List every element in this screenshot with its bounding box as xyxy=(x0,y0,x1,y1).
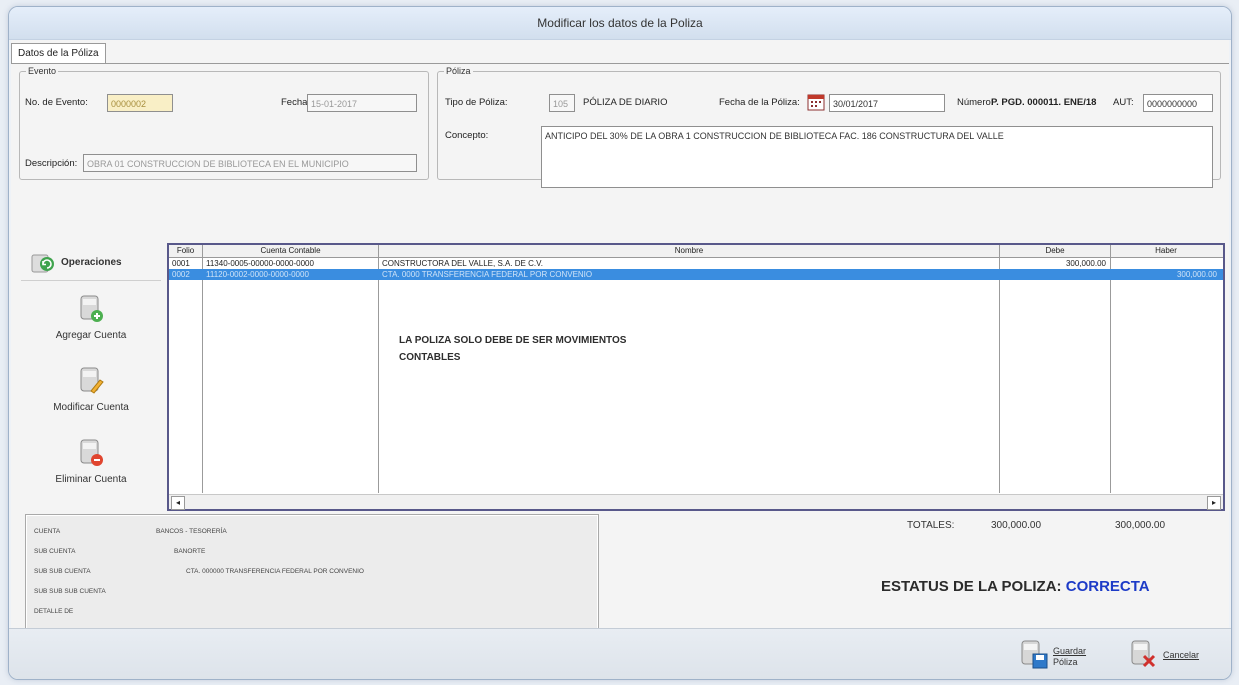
header-nombre[interactable]: Nombre xyxy=(379,246,999,255)
grid-header: Folio Cuenta Contable Nombre Debe Haber xyxy=(169,245,1223,258)
cancelar-button[interactable]: Cancelar xyxy=(1129,638,1209,674)
modificar-cuenta-label: Modificar Cuenta xyxy=(53,402,129,413)
modify-poliza-window: Modificar los datos de la Poliza Datos d… xyxy=(8,6,1232,680)
header-debe[interactable]: Debe xyxy=(1000,246,1110,255)
horizontal-scrollbar[interactable]: ◂ ▸ xyxy=(169,494,1223,510)
poliza-status: ESTATUS DE LA POLIZA: CORRECTA xyxy=(881,578,1150,595)
info-label: CUENTA xyxy=(34,528,61,535)
cell-nombre: CONSTRUCTORA DEL VALLE, S.A. DE C.V. xyxy=(382,259,543,268)
poliza-legend: Póliza xyxy=(446,66,471,76)
validation-message: LA POLIZA SOLO DEBE DE SER MOVIMIENTOS C… xyxy=(399,332,626,366)
numero-value: P. PGD. 000011. ENE/18 xyxy=(991,97,1097,108)
edit-account-icon xyxy=(80,367,104,394)
scroll-left-arrow-icon[interactable]: ◂ xyxy=(171,496,185,510)
header-cuenta[interactable]: Cuenta Contable xyxy=(203,246,378,255)
scroll-right-arrow-icon[interactable]: ▸ xyxy=(1207,496,1221,510)
grid-col-divider xyxy=(1110,245,1111,493)
refresh-icon xyxy=(31,252,55,277)
evento-desc-label: Descripción: xyxy=(25,158,78,169)
agregar-cuenta-label: Agregar Cuenta xyxy=(55,330,127,341)
operaciones-panel: Operaciones Agregar Cuenta Modificar Cue… xyxy=(21,244,161,509)
evento-fecha-field[interactable]: 15-01-2017 xyxy=(307,94,417,112)
guardar-label-line2: Póliza xyxy=(1053,657,1078,667)
cell-debe: 300,000.00 xyxy=(1065,259,1106,268)
modificar-cuenta-button[interactable]: Modificar Cuenta xyxy=(21,366,161,413)
info-label: SUB CUENTA xyxy=(34,548,76,555)
header-folio[interactable]: Folio xyxy=(169,246,202,255)
tab-page: Evento No. de Evento: 0000002 Fecha: 15-… xyxy=(11,63,1229,636)
table-row-selected[interactable]: 0002 11120-0002-0000-0000-0000 CTA. 0000… xyxy=(169,269,1223,280)
cell-folio: 0001 xyxy=(172,259,190,268)
fecha-poliza-label: Fecha de la Póliza: xyxy=(719,97,800,108)
agregar-cuenta-button[interactable]: Agregar Cuenta xyxy=(21,294,161,341)
eliminar-cuenta-button[interactable]: Eliminar Cuenta xyxy=(21,438,161,485)
operaciones-header: Operaciones xyxy=(21,244,161,281)
eliminar-cuenta-label: Eliminar Cuenta xyxy=(55,474,127,485)
total-haber: 300,000.00 xyxy=(1115,520,1166,531)
cell-nombre: CTA. 0000 TRANSFERENCIA FEDERAL POR CONV… xyxy=(382,270,593,279)
grid-col-divider xyxy=(202,245,203,493)
evento-legend: Evento xyxy=(28,66,57,76)
cell-folio: 0002 xyxy=(172,270,190,279)
tipo-poliza-label: Tipo de Póliza: xyxy=(445,97,508,108)
tab-datos-poliza[interactable]: Datos de la Póliza xyxy=(11,43,106,64)
aut-field[interactable]: 0000000000 xyxy=(1143,94,1213,112)
aut-label: AUT: xyxy=(1113,97,1134,108)
title-bar[interactable]: Modificar los datos de la Poliza xyxy=(9,7,1231,40)
info-value: CTA. 000000 TRANSFERENCIA FEDERAL POR CO… xyxy=(186,568,364,575)
total-debe: 300,000.00 xyxy=(991,520,1042,531)
cell-cuenta: 11120-0002-0000-0000-0000 xyxy=(206,270,309,279)
evento-num-field[interactable]: 0000002 xyxy=(107,94,173,112)
save-icon xyxy=(1021,640,1048,669)
header-haber[interactable]: Haber xyxy=(1111,246,1221,255)
cuenta-info-box: CUENTA BANCOS - TESORERÍA SUB CUENTA BAN… xyxy=(25,514,599,636)
grid-col-divider xyxy=(999,245,1000,493)
movimientos-grid[interactable]: Folio Cuenta Contable Nombre Debe Haber … xyxy=(167,243,1225,511)
status-value: CORRECTA xyxy=(1065,578,1150,595)
evento-fecha-label: Fecha: xyxy=(281,97,311,108)
table-row[interactable]: 0001 11340-0005-00000-0000-0000 CONSTRUC… xyxy=(169,258,1223,269)
info-label: SUB SUB SUB CUENTA xyxy=(34,588,106,595)
operaciones-title: Operaciones xyxy=(61,257,122,268)
cancel-icon xyxy=(1131,640,1156,668)
evento-num-label: No. de Evento: xyxy=(25,97,88,108)
numero-label: Número: xyxy=(957,97,994,108)
cell-cuenta: 11340-0005-00000-0000-0000 xyxy=(206,259,314,268)
concepto-field[interactable]: ANTICIPO DEL 30% DE LA OBRA 1 CONSTRUCCI… xyxy=(541,126,1213,188)
delete-account-icon xyxy=(80,439,103,466)
cell-haber: 300,000.00 xyxy=(1176,270,1217,279)
guardar-label-line1: Guardar xyxy=(1053,646,1087,656)
tipo-poliza-value: PÓLIZA DE DIARIO xyxy=(583,97,668,108)
info-label: DETALLE DE xyxy=(34,608,74,615)
evento-desc-field[interactable]: OBRA 01 CONSTRUCCION DE BIBLIOTECA EN EL… xyxy=(83,154,417,172)
validation-message-line2: CONTABLES xyxy=(399,352,461,363)
window-title: Modificar los datos de la Poliza xyxy=(537,16,703,30)
fecha-poliza-field[interactable]: 30/01/2017 xyxy=(829,94,945,112)
guardar-poliza-button[interactable]: Guardar Póliza xyxy=(1019,638,1089,674)
validation-message-line1: LA POLIZA SOLO DEBE DE SER MOVIMIENTOS xyxy=(399,335,627,346)
add-account-icon xyxy=(80,295,103,322)
footer-bar: Guardar Póliza Cancelar xyxy=(9,628,1231,679)
calendar-icon[interactable] xyxy=(807,93,825,111)
grid-col-divider xyxy=(378,245,379,493)
info-value: BANORTE xyxy=(174,548,206,555)
info-value: BANCOS - TESORERÍA xyxy=(156,528,227,535)
window-client: Datos de la Póliza Evento No. de Evento:… xyxy=(11,40,1229,636)
info-label: SUB SUB CUENTA xyxy=(34,568,91,575)
cancelar-label: Cancelar xyxy=(1163,650,1200,660)
concepto-label: Concepto: xyxy=(445,130,489,141)
tipo-poliza-code-field[interactable]: 105 xyxy=(549,94,575,112)
status-label: ESTATUS DE LA POLIZA: xyxy=(881,578,1062,595)
totales-label: TOTALES: xyxy=(907,520,955,531)
